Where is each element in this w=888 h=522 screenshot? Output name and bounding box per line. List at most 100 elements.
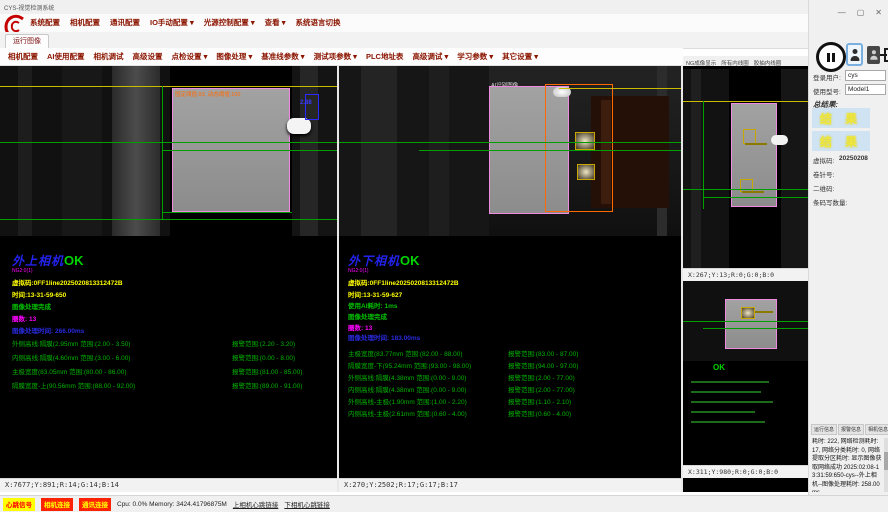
result-box-2: 结 果 xyxy=(812,131,870,151)
maximize-button[interactable]: ▢ xyxy=(857,8,865,17)
menu-item[interactable]: 光源控制配置 ▾ xyxy=(204,17,255,28)
log-text: 耗时: 222, 网络检测耗时: 17, 网络分类耗时: 0, 网络提取分区耗时… xyxy=(812,438,882,492)
baseline-yellow xyxy=(559,88,681,89)
baseline-yellow xyxy=(683,101,808,102)
machine-background xyxy=(781,69,808,268)
camera-left-coords: X:7677;Y:891;R:14;G:14;B:14 xyxy=(0,478,337,492)
result-text-2: 结 果 xyxy=(820,133,862,150)
measurement-alarm-range: 报警范围:(0.60 - 4.00) xyxy=(508,408,571,420)
preview-bottom-ok: OK xyxy=(713,363,725,372)
camera-mid-ai-time: 使用AI耗时: 1ms xyxy=(348,300,397,310)
result-box-1: 结 果 xyxy=(812,108,870,128)
roi-box-yellow xyxy=(741,307,755,319)
toolbar-item[interactable]: 其它设置 ▾ xyxy=(502,51,538,62)
window-title: CYS-视觉检测系统 xyxy=(4,3,54,12)
user-manage-button[interactable] xyxy=(867,46,880,64)
menu-bar: 系统配置相机配置通讯配置 IO手动配置 ▾ 光源控制配置 ▾ 查看 ▾ 系统语言切换 xyxy=(0,14,808,32)
cpu-memory-text: Cpu: 0.0% Memory: 3424.41796875M xyxy=(117,501,227,508)
menu-item[interactable]: IO手动配置 ▾ xyxy=(150,17,194,28)
measurement-value: 外侧高线:隔膜(2.95mm 范围:(2.00 - 3.50) xyxy=(12,338,232,352)
log-tab[interactable]: 相机信息 xyxy=(865,424,888,435)
heartbeat-badge: 心跳信号 xyxy=(3,498,35,511)
camera-left-image[interactable]: 固定阈值:93, 动态阈值:100 2.88 xyxy=(0,66,337,236)
threshold-label: 固定阈值:93, 动态阈值:100 xyxy=(175,90,240,98)
tiny-text-line xyxy=(691,421,765,423)
toolbar-item[interactable]: 测试项参数 ▾ xyxy=(314,51,357,62)
toolbar-item[interactable]: 点检设置 ▾ xyxy=(172,51,208,62)
toolbar-item[interactable]: PLC地址表 xyxy=(366,51,404,62)
log-scrollbar-thumb[interactable] xyxy=(884,452,888,470)
pause-icon xyxy=(827,53,830,62)
measurement-row: 主极宽度(83.05mm 范围:(80.00 - 86.00)报警范围:(81.… xyxy=(12,366,332,380)
camera-mid-image[interactable]: AI识别图像 xyxy=(339,66,681,236)
toolbar-item[interactable]: 基准线参数 ▾ xyxy=(261,51,304,62)
machine-band xyxy=(112,66,160,236)
measurement-alarm-range: 报警范围:(1.10 - 2.10) xyxy=(508,396,571,408)
exit-button[interactable] xyxy=(881,45,888,65)
toolbar-item[interactable]: 图像处理 ▾ xyxy=(216,51,252,62)
measurement-value: 内侧高线:隔膜(4.60mm 范围:(3.00 - 6.00) xyxy=(12,352,232,366)
toolbar-item[interactable]: 高级调试 ▾ xyxy=(412,51,448,62)
toolbar-item[interactable]: 高级设置 xyxy=(133,51,163,62)
user-icon xyxy=(850,49,859,61)
login-user-label: 登录用户: xyxy=(813,72,841,82)
baseline-yellow xyxy=(0,86,337,87)
virtual-code-label: 虚拟码: xyxy=(813,155,834,165)
measurement-value: 隔膜宽度-下(95.24mm 范围:(93.00 - 98.00) xyxy=(348,360,508,372)
toolbar-item[interactable]: 学习参数 ▾ xyxy=(457,51,493,62)
logout-door-icon xyxy=(884,48,888,62)
measure-line-vertical xyxy=(162,86,163,220)
model-select[interactable]: Model1 xyxy=(845,84,886,95)
log-scrollbar[interactable] xyxy=(884,438,888,492)
toolbar-item[interactable]: 相机调试 xyxy=(94,51,124,62)
measurement-row: 内侧高线:隔膜(4.38mm 范围:(0.00 - 9.00)报警范围:(2.0… xyxy=(348,384,678,396)
preview-bottom-image[interactable]: OK xyxy=(683,281,808,465)
measurement-value: 主极宽度(83.05mm 范围:(80.00 - 86.00) xyxy=(12,366,232,380)
preview-top-image[interactable] xyxy=(683,69,808,268)
measurement-value: 外侧高线-主极(1.90mm 范围:(1.00 - 2.20) xyxy=(348,396,508,408)
camera-left-time: 时间:13-31-59-650 xyxy=(12,289,66,299)
lower-camera-heartbeat-link[interactable]: 下相机心跳链接 xyxy=(284,499,330,509)
tiny-label xyxy=(742,191,764,193)
machine-band xyxy=(300,66,318,236)
menu-item[interactable]: 通讯配置 xyxy=(110,17,140,28)
minimize-button[interactable]: — xyxy=(838,8,846,17)
measure-line xyxy=(683,189,808,190)
camera-mid-coords: X:270;Y:2502;R:17;G:17;B:17 xyxy=(339,478,681,492)
tab-run-image[interactable]: 运行图像 xyxy=(5,34,49,49)
menu-item[interactable]: 查看 ▾ xyxy=(265,17,286,28)
menu-item[interactable]: 相机配置 xyxy=(70,17,100,28)
toolbar-item[interactable]: AI使用配置 xyxy=(47,51,85,62)
log-tab[interactable]: 报警信息 xyxy=(838,424,864,435)
log-tabs: 运行信息报警信息相机信息 xyxy=(811,424,888,435)
tiny-text-line xyxy=(691,391,761,393)
pause-button[interactable] xyxy=(816,42,846,72)
toolbar-item[interactable]: 相机配置 xyxy=(8,51,38,62)
camera-left-done: 图像处理完成 xyxy=(12,301,51,311)
tiny-text-line xyxy=(691,411,755,413)
machine-background xyxy=(683,69,729,268)
preview-top-coords: X:267;Y:13;R:0;G:0;B:0 xyxy=(683,268,808,281)
virtual-code-value: 20250208 xyxy=(839,155,868,162)
measurement-alarm-range: 报警范围:(2.20 - 3.20) xyxy=(232,338,295,352)
upper-camera-heartbeat-link[interactable]: 上相机心跳链接 xyxy=(233,499,279,509)
close-button[interactable]: ✕ xyxy=(875,8,882,17)
pause-icon xyxy=(832,53,835,62)
roi-box-blue xyxy=(305,94,319,120)
menu-bar-items: 系统配置相机配置通讯配置 IO手动配置 ▾ 光源控制配置 ▾ 查看 ▾ 系统语言切换 xyxy=(30,17,340,28)
camera-mid-time: 时间:13-31-59-627 xyxy=(348,289,402,299)
login-user-field[interactable]: cys xyxy=(845,70,886,81)
camera-link-badge: 相机连接 xyxy=(41,498,73,511)
measurement-value: 隔膜宽度-上(90.56mm 范围:(88.00 - 92.00) xyxy=(12,380,232,394)
camera-mid-loop: 圈数: 13 xyxy=(348,322,372,332)
user-login-button[interactable] xyxy=(846,43,863,66)
log-tab[interactable]: 运行信息 xyxy=(811,424,837,435)
roi-box-yellow xyxy=(743,129,756,144)
measurement-value: 内侧高线-主极(2.61mm 范围:(0.60 - 4.00) xyxy=(348,408,508,420)
menu-item[interactable]: 系统配置 xyxy=(30,17,60,28)
roi-box-yellow xyxy=(577,164,595,180)
tab-run-image-label: 运行图像 xyxy=(13,38,41,45)
camera-mid-done: 图像处理完成 xyxy=(348,311,387,321)
menu-item[interactable]: 系统语言切换 xyxy=(295,17,340,28)
tab-row: 运行图像 xyxy=(0,32,808,49)
